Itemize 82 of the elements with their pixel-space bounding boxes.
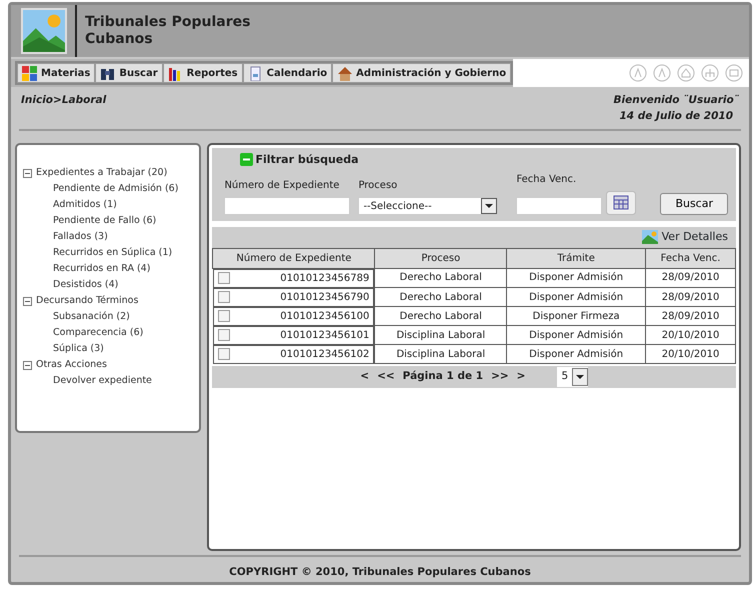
- table-cell: Disponer Admisión: [529, 330, 624, 340]
- table-cell-text: 01010123456790: [280, 290, 370, 304]
- page-size-dropdown[interactable]: 5: [557, 367, 588, 387]
- table-cell: Derecho Laboral: [400, 292, 482, 302]
- table-cell: Disponer Firmeza: [532, 310, 620, 322]
- tree-item[interactable]: Pendiente de Fallo (6): [23, 212, 198, 228]
- table-cell-text: 01010123456100: [280, 310, 370, 324]
- menu-button[interactable]: Buscar: [95, 63, 163, 83]
- table-cell: 20/10/2010: [662, 330, 720, 340]
- collapse-toggle[interactable]: [23, 296, 32, 306]
- menu-button[interactable]: Administración y Gobierno: [332, 63, 512, 83]
- column-header[interactable]: Fecha Venc.: [646, 248, 736, 268]
- tree-item[interactable]: Comparecencia (6): [23, 324, 198, 340]
- table-cell: 28/09/2010: [662, 272, 720, 284]
- tree-item[interactable]: Otras Acciones: [36, 356, 107, 372]
- search-button[interactable]: Buscar: [660, 192, 728, 215]
- row-checkbox[interactable]: [218, 348, 230, 360]
- table-cell-text: 01010123456101: [280, 328, 370, 342]
- table-cell: Disponer Admisión: [529, 348, 624, 360]
- collapse-toggle[interactable]: [23, 360, 32, 370]
- row-checkbox[interactable]: [218, 291, 230, 303]
- next-page-link[interactable]: >>: [491, 369, 509, 385]
- house-icon: [337, 66, 352, 80]
- tree-item[interactable]: Recurridos en Súplica (1): [23, 244, 198, 260]
- tree-icon[interactable]: [701, 64, 719, 82]
- previous-page-link[interactable]: <<: [377, 369, 395, 385]
- text-field[interactable]: [224, 197, 350, 215]
- page-icon: [248, 66, 263, 80]
- copyright-text: COPYRIGHT © 2010, Tribunales Populares Cubanos: [228, 564, 532, 580]
- caret-icon: [572, 368, 588, 386]
- row-checkbox[interactable]: [218, 329, 230, 341]
- column-header[interactable]: Número de Expediente: [212, 248, 375, 268]
- first-page-link[interactable]: <: [360, 369, 370, 385]
- details-link[interactable]: Ver Detalles: [642, 229, 728, 246]
- tree-item[interactable]: Desistidos (4): [23, 276, 198, 292]
- books-icon: [168, 66, 183, 80]
- table-cell-text: 01010123456102: [280, 348, 370, 362]
- field-label: Número de Expediente: [224, 179, 340, 193]
- menu-button[interactable]: Reportes: [162, 63, 243, 83]
- blocks-icon: [22, 66, 37, 80]
- filter-title: Filtrar búsqueda: [255, 152, 359, 168]
- field-label: Fecha Venc.: [516, 173, 578, 187]
- last-page-link[interactable]: >: [516, 369, 526, 385]
- tree-item[interactable]: Devolver expediente: [23, 372, 198, 388]
- welcome-text: Bienvenido ¨Usuario¨: [614, 93, 739, 108]
- tree-item[interactable]: Subsanación (2): [23, 308, 198, 324]
- row-checkbox[interactable]: [218, 310, 230, 322]
- table-cell: Disciplina Laboral: [396, 330, 486, 340]
- calendar-icon[interactable]: [606, 191, 636, 215]
- caret-icon: [481, 198, 498, 214]
- table-cell: Disciplina Laboral: [396, 348, 486, 360]
- site-title: Tribunales Populares Cubanos: [85, 14, 252, 48]
- tree-item[interactable]: Súplica (3): [23, 340, 198, 356]
- mail-icon[interactable]: [725, 64, 743, 82]
- page-indicator: Página 1 de 1: [402, 369, 484, 384]
- table-cell: 28/09/2010: [662, 310, 720, 322]
- collapse-toggle[interactable]: [23, 168, 32, 178]
- tree-item[interactable]: Expedientes a Trabajar (20): [36, 164, 168, 180]
- table-cell: Disponer Admisión: [529, 272, 624, 284]
- tree-item[interactable]: Fallados (3): [23, 228, 198, 244]
- date-text: 14 de Julio de 2010: [618, 108, 734, 124]
- field-label: Proceso: [358, 179, 398, 193]
- menu-button[interactable]: Calendario: [242, 63, 332, 83]
- tree-item[interactable]: Decursando Términos: [36, 292, 138, 308]
- process-dropdown[interactable]: --Seleccione--: [358, 197, 498, 215]
- table-cell-text: 01010123456789: [280, 272, 370, 286]
- table-cell: Derecho Laboral: [400, 310, 482, 322]
- date-field[interactable]: [516, 197, 602, 215]
- row-checkbox[interactable]: [218, 272, 230, 284]
- column-header[interactable]: Trámite: [506, 248, 646, 268]
- table-cell: 20/10/2010: [662, 348, 720, 360]
- home-icon[interactable]: [677, 64, 695, 82]
- tree-item[interactable]: Admitidos (1): [23, 196, 198, 212]
- table-cell: 28/09/2010: [662, 292, 720, 302]
- menu-button[interactable]: Materias: [17, 63, 96, 83]
- table-cell: Disponer Admisión: [529, 292, 624, 302]
- breadcrumb: Inicio>Laboral: [21, 93, 106, 108]
- collapse-icon[interactable]: [240, 153, 254, 166]
- tree-item[interactable]: Pendiente de Admisión (6): [23, 180, 198, 196]
- tree-item[interactable]: Recurridos en RA (4): [23, 260, 198, 276]
- table-cell: Derecho Laboral: [400, 272, 482, 284]
- column-header[interactable]: Proceso: [374, 248, 507, 268]
